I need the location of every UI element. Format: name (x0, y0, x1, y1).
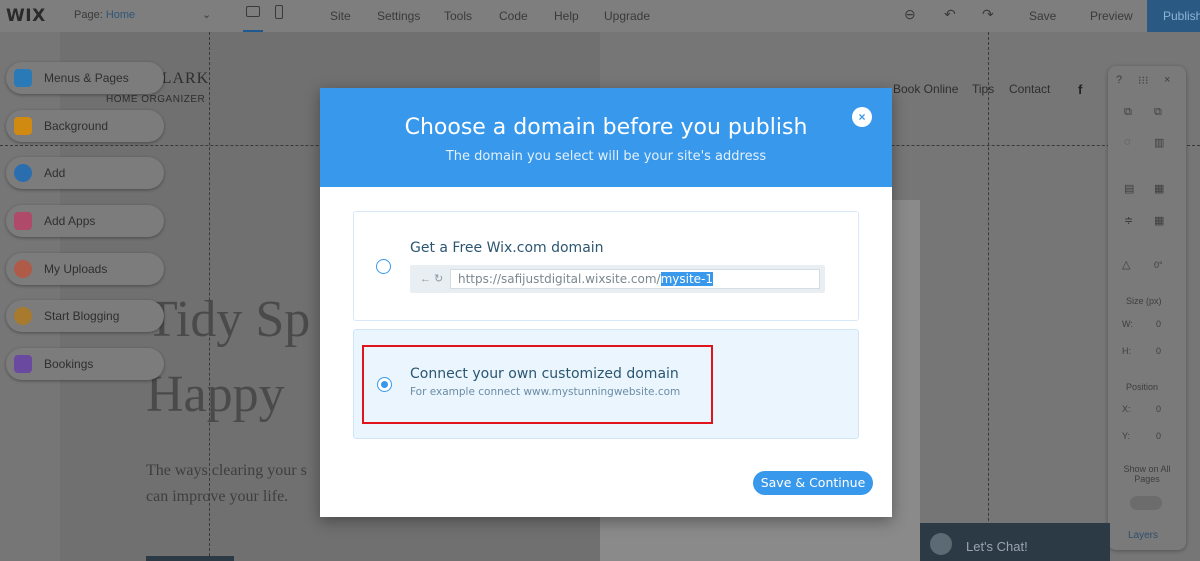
free-domain-radio[interactable] (376, 259, 391, 274)
my-uploads-label: My Uploads (44, 262, 108, 276)
guide-line (988, 32, 989, 561)
upload-icon (14, 260, 32, 278)
width-value[interactable]: 0 (1156, 319, 1161, 329)
menu-code[interactable]: Code (499, 9, 528, 23)
hero-heading-line1: Tidy Sp (146, 291, 311, 348)
desktop-view-icon[interactable] (246, 6, 260, 17)
add-apps-label: Add Apps (44, 214, 96, 228)
apps-icon (14, 212, 32, 230)
mobile-view-icon[interactable] (275, 5, 283, 19)
menu-help[interactable]: Help (554, 9, 579, 23)
layers-button[interactable]: Layers (1128, 530, 1158, 541)
calendar-icon (14, 355, 32, 373)
menus-pages-label: Menus & Pages (44, 71, 129, 85)
chat-label: Let's Chat! (966, 539, 1028, 554)
y-value[interactable]: 0 (1156, 431, 1161, 441)
size-label: Size (px) (1126, 296, 1162, 306)
site-nav-tips: Tips (972, 82, 995, 96)
page-selector-value: Home (105, 9, 136, 21)
site-nav-contact: Contact (1009, 82, 1051, 96)
url-prefix: https://safijustdigital.wixsite.com/ (458, 272, 661, 286)
save-button[interactable]: Save (1029, 9, 1056, 23)
copy-icon[interactable]: ⧉ (1124, 106, 1132, 119)
menu-site[interactable]: Site (330, 9, 351, 23)
x-value[interactable]: 0 (1156, 404, 1161, 414)
background-icon (14, 117, 32, 135)
align-icon[interactable]: ▦ (1154, 182, 1164, 195)
menu-settings[interactable]: Settings (377, 9, 420, 23)
background-label: Background (44, 119, 109, 133)
match-size-icon[interactable]: ▦ (1154, 214, 1164, 227)
hero-text: The ways clearing your s can improve you… (146, 462, 307, 505)
zoom-icon[interactable]: ⊖ (904, 6, 916, 23)
pages-icon (14, 69, 32, 87)
drag-handle-icon[interactable]: ⁝⁝⁝ (1138, 74, 1149, 87)
url-site-name[interactable]: mysite-1 (660, 272, 714, 286)
chat-widget: Let's Chat! (920, 523, 1110, 561)
show-on-all-pages-toggle[interactable] (1130, 496, 1162, 510)
add-apps-button[interactable]: Add Apps (6, 205, 164, 237)
publish-button[interactable]: Publish (1147, 0, 1200, 32)
close-icon[interactable]: × (1164, 74, 1170, 86)
back-reload-icon: ← ↻ (420, 273, 444, 285)
facebook-icon: f (1078, 82, 1083, 97)
duplicate-icon[interactable]: ⧉ (1154, 106, 1162, 119)
start-blogging-label: Start Blogging (44, 309, 120, 323)
close-icon[interactable]: × (852, 107, 872, 127)
x-label: X: (1122, 404, 1131, 414)
dialog-title: Choose a domain before you publish (404, 115, 808, 140)
wix-logo: WIX (6, 6, 46, 26)
menu-upgrade[interactable]: Upgrade (604, 9, 650, 23)
position-label: Position (1126, 382, 1159, 392)
undo-icon[interactable]: ↶ (944, 6, 956, 23)
tools-panel: ? ⁝⁝⁝ × ⧉ ⧉ ◌ ▥ ▤ ▦ ≑ ▦ △ 0° Size (px) W… (1108, 66, 1186, 550)
add-button[interactable]: Add (6, 157, 164, 189)
my-uploads-button[interactable]: My Uploads (6, 253, 164, 285)
page-selector[interactable]: Page: Home (74, 9, 135, 21)
smiley-icon (930, 533, 952, 555)
pen-icon (14, 307, 32, 325)
width-label: W: (1122, 319, 1133, 329)
bookings-label: Bookings (44, 357, 94, 371)
hero-button (146, 556, 234, 561)
background-button[interactable]: Background (6, 110, 164, 142)
start-blogging-button[interactable]: Start Blogging (6, 300, 164, 332)
redo-icon[interactable]: ↷ (982, 6, 994, 23)
free-domain-option[interactable]: Get a Free Wix.com domain ← ↻ https://sa… (353, 211, 859, 321)
arrange-icon[interactable]: ▤ (1124, 182, 1134, 195)
highlight-box (362, 345, 713, 424)
height-label: H: (1122, 346, 1131, 356)
show-on-all-pages-label: Show on All Pages (1123, 464, 1171, 484)
dialog-header: Choose a domain before you publish The d… (320, 88, 892, 187)
choose-domain-dialog: Choose a domain before you publish The d… (320, 88, 892, 517)
delete-icon[interactable]: ▥ (1154, 136, 1164, 149)
menus-pages-button[interactable]: Menus & Pages (6, 62, 164, 94)
page-selector-label: Page: (74, 9, 103, 21)
rotation-value: 0° (1154, 260, 1163, 270)
save-continue-button[interactable]: Save & Continue (753, 471, 873, 495)
chevron-down-icon[interactable]: ⌄ (202, 8, 211, 21)
editor-top-bar: WIX Page: Home ⌄ Site Settings Tools Cod… (0, 0, 1200, 32)
paste-icon[interactable]: ◌ (1124, 136, 1131, 148)
plus-icon (14, 164, 32, 182)
site-nav-book-online: Book Online (893, 82, 959, 96)
distribute-icon[interactable]: ≑ (1124, 214, 1133, 227)
height-value[interactable]: 0 (1156, 346, 1161, 356)
add-label: Add (44, 166, 66, 180)
site-logo-subtitle: HOME ORGANIZER (106, 94, 206, 105)
menu-tools[interactable]: Tools (444, 9, 472, 23)
help-icon[interactable]: ? (1116, 74, 1122, 86)
url-bar: ← ↻ https://safijustdigital.wixsite.com/… (410, 265, 825, 293)
dialog-subtitle: The domain you select will be your site'… (445, 149, 767, 164)
hero-heading-line2: Happy (146, 366, 285, 423)
preview-button[interactable]: Preview (1090, 9, 1133, 23)
site-url-input[interactable]: https://safijustdigital.wixsite.com/mysi… (450, 269, 820, 289)
free-domain-title: Get a Free Wix.com domain (410, 240, 604, 256)
rotate-icon[interactable]: △ (1122, 258, 1130, 271)
bookings-button[interactable]: Bookings (6, 348, 164, 380)
y-label: Y: (1122, 431, 1131, 441)
